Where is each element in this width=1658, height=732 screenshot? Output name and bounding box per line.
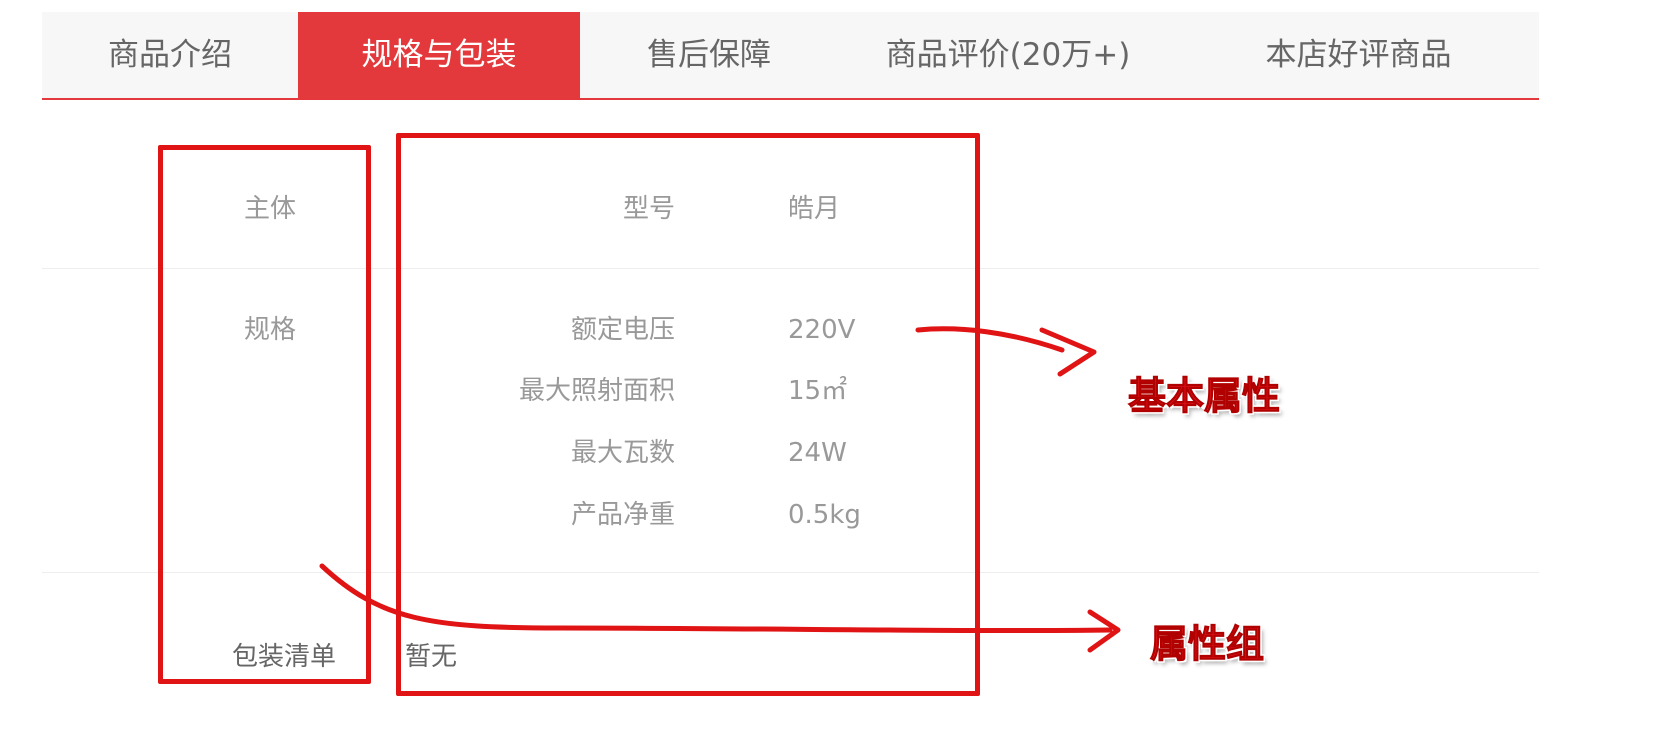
annotation-attribute-group: 属性组 [1149,622,1265,667]
tab-reviews[interactable]: 商品评价(20万+) [838,12,1178,98]
product-detail-tabbar: 商品介绍 规格与包装 售后保障 商品评价(20万+) 本店好评商品 [42,12,1539,100]
tab-specs-packaging[interactable]: 规格与包装 [298,12,580,98]
basic-attributes-highlight-box [396,133,980,696]
tab-store-top-rated[interactable]: 本店好评商品 [1178,12,1539,98]
annotation-basic-attributes: 基本属性 [1127,374,1281,419]
tab-product-intro[interactable]: 商品介绍 [42,12,298,98]
tab-after-sales[interactable]: 售后保障 [580,12,838,98]
arrow-attribute-group-head [1087,609,1121,653]
attribute-group-highlight-box [158,145,371,684]
arrow-basic-attributes-head [1039,327,1097,377]
